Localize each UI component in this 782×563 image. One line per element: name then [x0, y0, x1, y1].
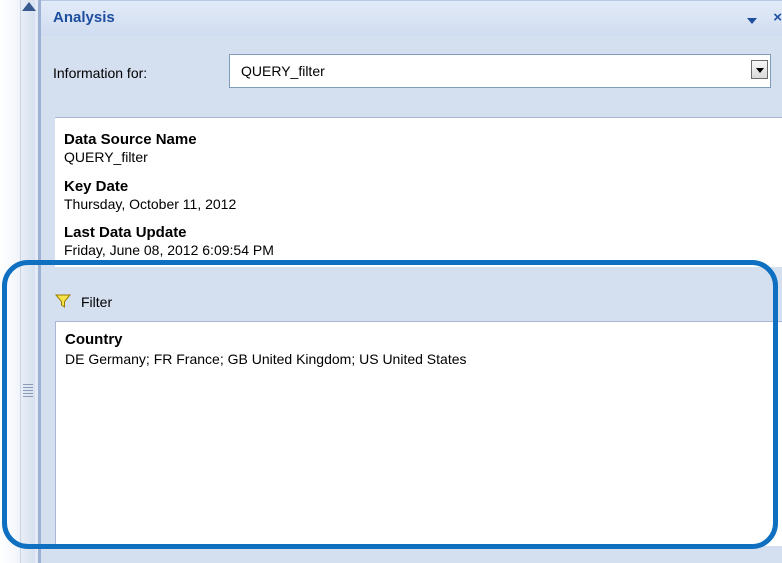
- panel-close-icon[interactable]: ×: [773, 9, 782, 26]
- collapse-splitter[interactable]: [20, 0, 36, 563]
- panel-menu-dropdown-icon[interactable]: [747, 18, 757, 24]
- info-key: Data Source Name: [64, 131, 197, 148]
- info-value: Friday, June 08, 2012 6:09:54 PM: [64, 242, 274, 258]
- panel-title: Analysis: [53, 9, 115, 26]
- info-item-data-source-name: Data Source Name QUERY_filter: [64, 131, 197, 165]
- splitter-grip-icon[interactable]: [23, 384, 33, 398]
- info-key: Last Data Update: [64, 224, 187, 241]
- filter-section-header: Filter: [41, 267, 782, 321]
- data-source-info: Data Source Name QUERY_filter Key Date T…: [55, 117, 782, 268]
- information-for-label: Information for:: [53, 65, 148, 81]
- panel-bottom: [41, 546, 782, 563]
- info-value: Thursday, October 11, 2012: [64, 196, 237, 212]
- info-item-last-data-update: Last Data Update Friday, June 08, 2012 6…: [64, 224, 274, 258]
- funnel-icon: [55, 294, 71, 308]
- information-for-row: Information for: QUERY_filter: [41, 36, 782, 106]
- dropdown-arrow-icon[interactable]: [751, 60, 768, 79]
- filter-label: Filter: [81, 294, 113, 310]
- filter-key: Country: [65, 331, 123, 348]
- info-item-key-date: Key Date Thursday, October 11, 2012: [64, 178, 236, 212]
- filter-list: Country DE Germany; FR France; GB United…: [55, 321, 782, 547]
- info-key: Key Date: [64, 178, 129, 195]
- panel-header: Analysis ×: [41, 0, 782, 37]
- info-value: QUERY_filter: [64, 149, 148, 165]
- information-for-select[interactable]: QUERY_filter: [229, 54, 771, 88]
- information-for-value: QUERY_filter: [241, 63, 325, 79]
- collapse-up-icon[interactable]: [22, 2, 36, 11]
- filter-value: DE Germany; FR France; GB United Kingdom…: [65, 351, 467, 367]
